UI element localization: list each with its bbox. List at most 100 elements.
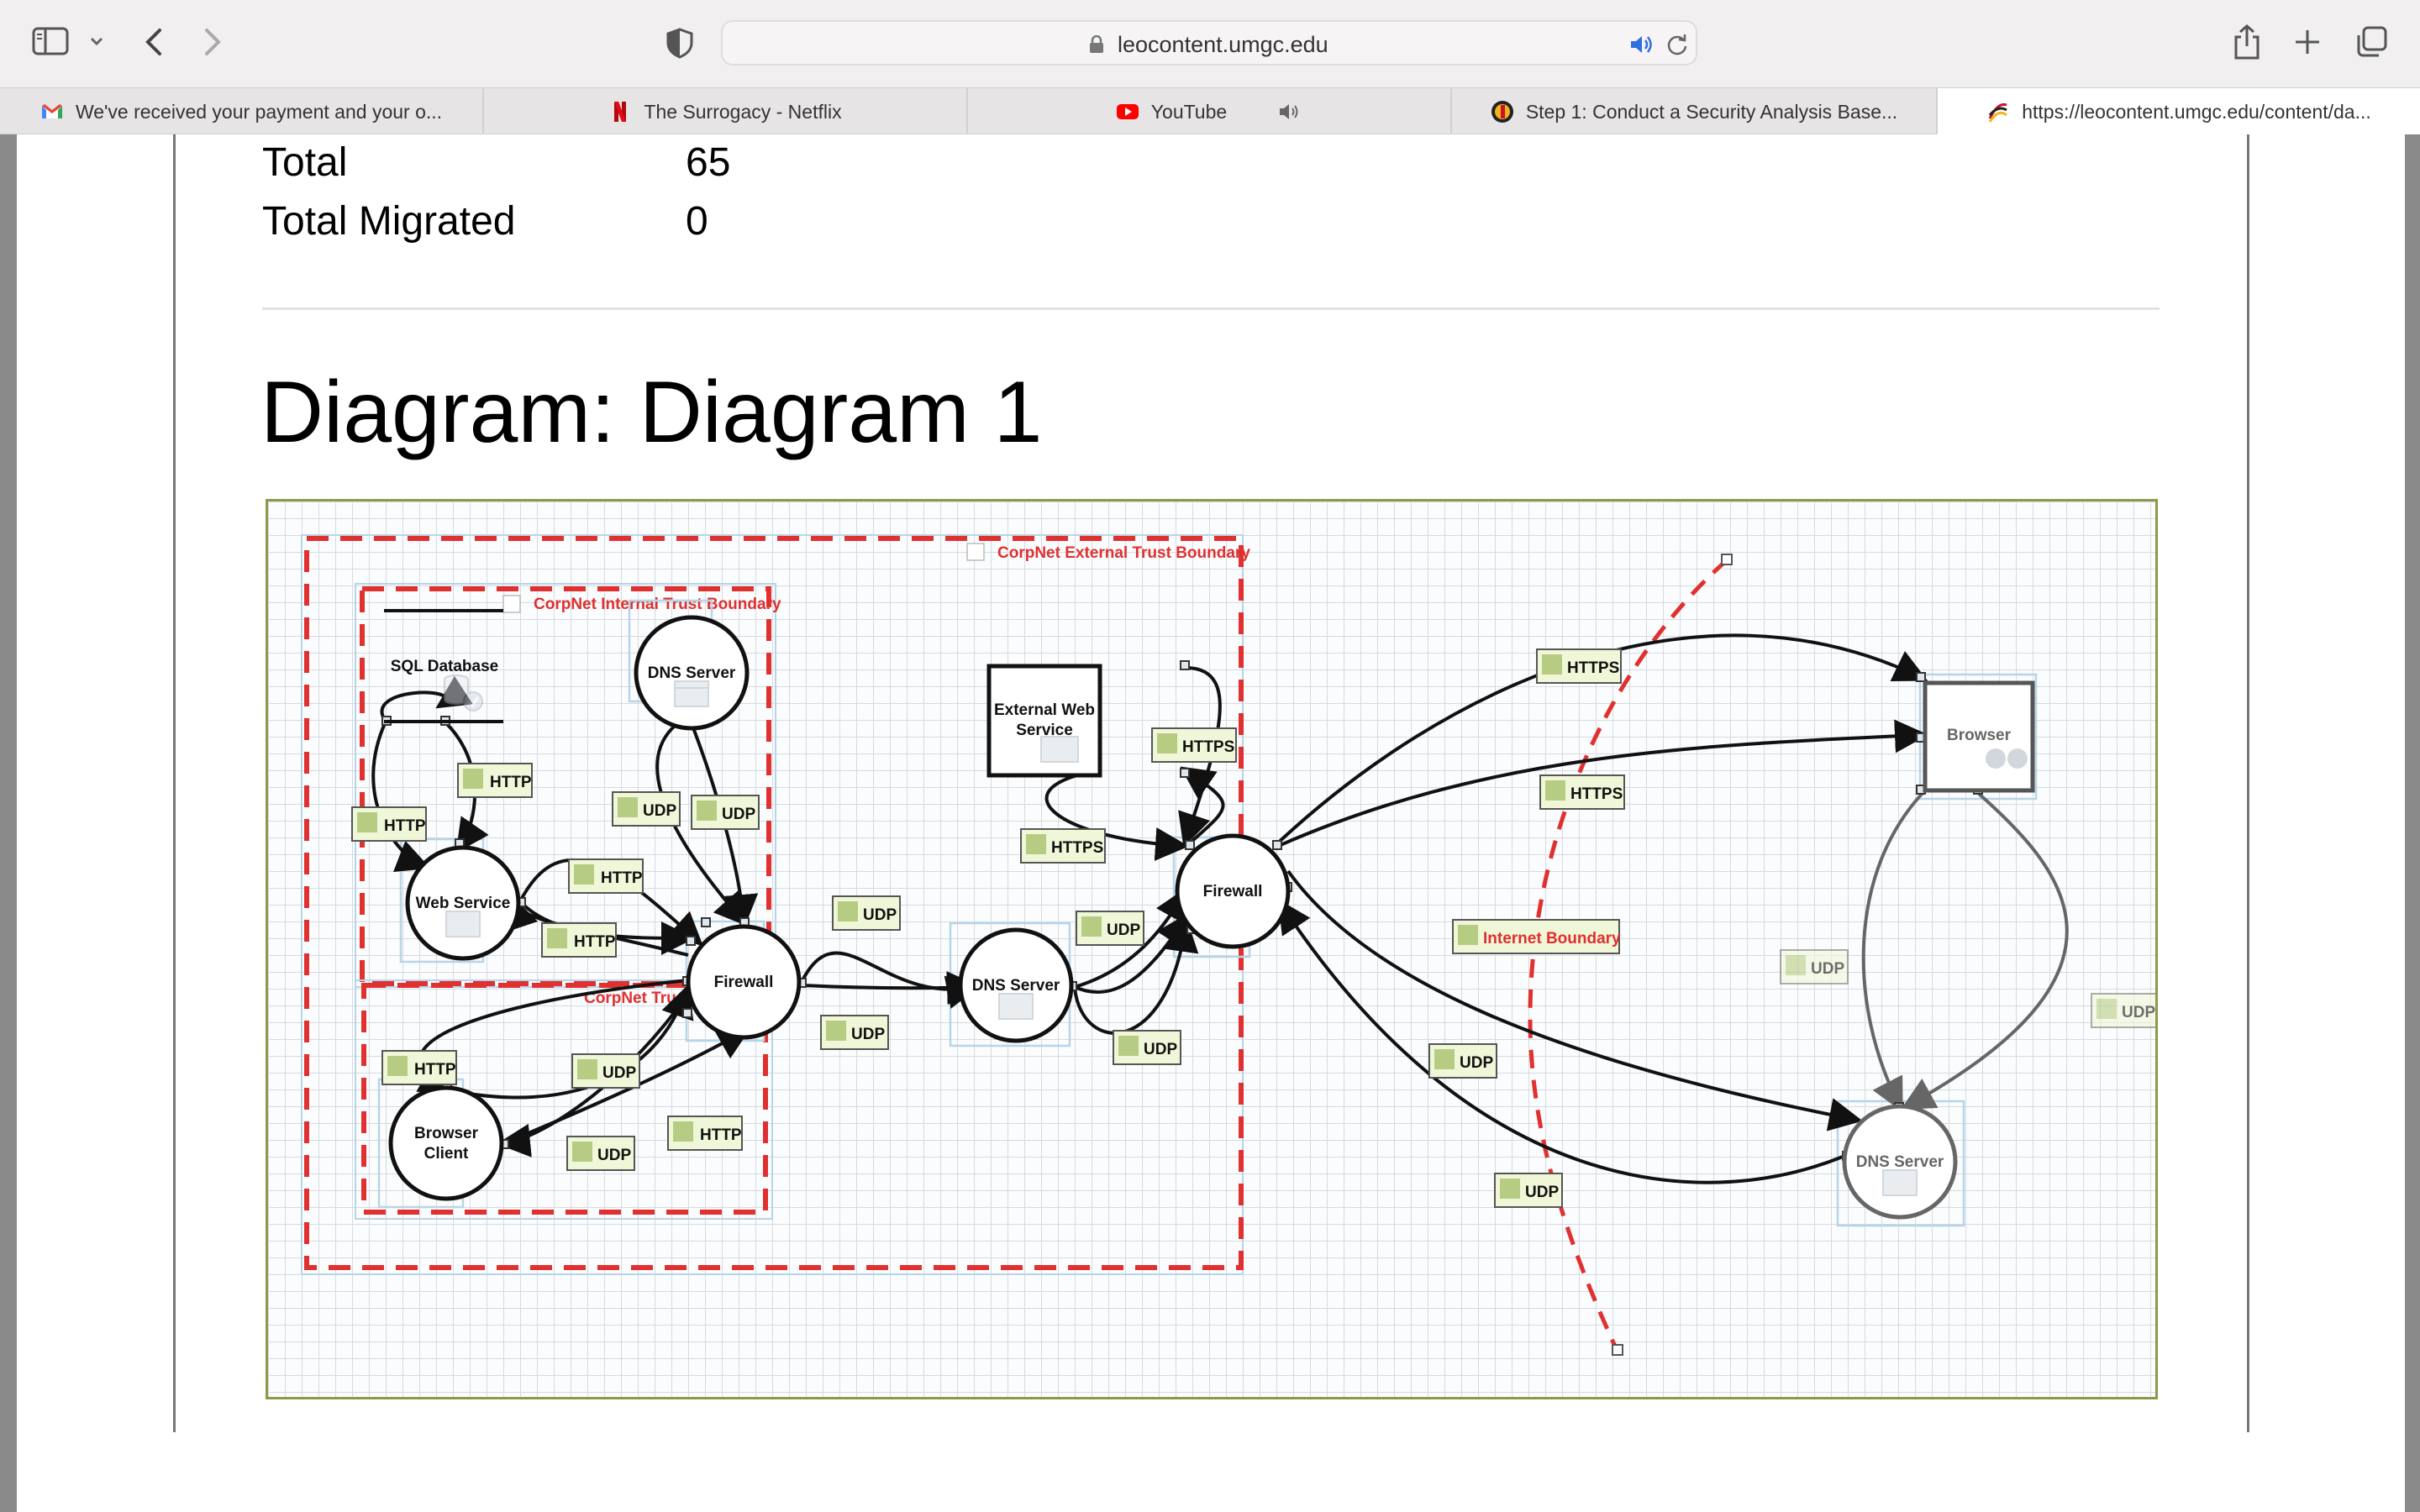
external-web-label-1: External Web xyxy=(994,701,1095,719)
flow-label-http[interactable]: HTTP xyxy=(381,1050,457,1085)
new-tab-plus-icon[interactable] xyxy=(2292,27,2323,57)
browser-client-label-2: Client xyxy=(424,1145,469,1163)
lock-icon xyxy=(1090,35,1103,53)
svg-text:Internet Boundary: Internet Boundary xyxy=(1483,930,1621,948)
dns-server-label: DNS Server xyxy=(648,664,736,682)
browser-toolbar: leocontent.umgc.edu xyxy=(0,0,2420,87)
svg-text:UDP: UDP xyxy=(1460,1054,1493,1072)
netflix-icon xyxy=(614,102,627,122)
svg-text:UDP: UDP xyxy=(722,806,755,823)
reload-icon[interactable] xyxy=(1665,33,1689,56)
svg-text:HTTP: HTTP xyxy=(700,1126,742,1144)
tab-gmail[interactable]: We've received your payment and your o..… xyxy=(0,88,484,135)
divider xyxy=(262,307,2160,310)
diagram-canvas: CorpNet External Trust Boundary CorpNet … xyxy=(301,534,2158,1356)
chevron-down-icon[interactable] xyxy=(87,32,106,50)
svg-text:UDP: UDP xyxy=(1107,921,1140,939)
dns-server-middle-node[interactable]: DNS Server xyxy=(958,927,1074,1043)
tab-title: The Surrogacy - Netflix xyxy=(644,100,842,123)
flow-label-http[interactable]: HTTP xyxy=(351,806,427,842)
svg-text:UDP: UDP xyxy=(1811,960,1844,978)
flow-label-udp[interactable]: UDP xyxy=(1780,949,1849,984)
firewall-outer-node[interactable]: Firewall xyxy=(1175,833,1291,949)
svg-text:UDP: UDP xyxy=(597,1147,631,1164)
flow-label-udp[interactable]: UDP xyxy=(612,791,681,827)
dns-server-label: DNS Server xyxy=(1856,1153,1944,1171)
flow-label-udp[interactable]: UDP xyxy=(2091,993,2158,1028)
tab-leocontent[interactable]: https://leocontent.umgc.edu/content/da..… xyxy=(1938,88,2420,135)
flow-label-udp[interactable]: UDP xyxy=(820,1015,889,1050)
flow-label-http[interactable]: HTTP xyxy=(457,763,533,798)
tab-title: We've received your payment and your o..… xyxy=(75,100,443,123)
firewall-label: Firewall xyxy=(1203,883,1263,900)
stat-label-total: Total xyxy=(262,140,348,185)
address-bar[interactable]: leocontent.umgc.edu xyxy=(721,20,1697,66)
browser-label: Browser xyxy=(1947,727,2012,744)
umgc-leo-icon xyxy=(1988,102,2008,123)
page-gutter xyxy=(0,134,17,1512)
tab-youtube[interactable]: YouTube xyxy=(968,88,1452,135)
flow-label-udp[interactable]: UDP xyxy=(1076,911,1144,946)
dns-server-external-node[interactable]: DNS Server xyxy=(1842,1104,1958,1220)
flow-label-http[interactable]: HTTP xyxy=(667,1116,743,1151)
flow-label-udp[interactable]: UDP xyxy=(832,895,901,931)
firewall-label: Firewall xyxy=(714,974,774,991)
threat-model-diagram[interactable]: CorpNet External Trust Boundary CorpNet … xyxy=(266,499,2158,1399)
svg-text:HTTPS: HTTPS xyxy=(1182,738,1234,756)
browser-client-node[interactable]: Browser Client xyxy=(388,1085,504,1201)
stat-value-total-migrated: 0 xyxy=(686,199,708,244)
dns-server-label: DNS Server xyxy=(972,977,1060,995)
svg-text:UDP: UDP xyxy=(851,1026,885,1043)
stat-value-total: 65 xyxy=(686,140,731,185)
document-border xyxy=(173,134,176,1432)
flow-label-udp[interactable]: UDP xyxy=(691,795,760,830)
document-border xyxy=(2247,134,2249,1432)
web-service-node[interactable]: Web Service xyxy=(405,845,521,961)
tab-speaker-icon[interactable] xyxy=(1277,102,1302,122)
url-text: leocontent.umgc.edu xyxy=(1118,32,1328,57)
flow-label-https[interactable]: HTTPS xyxy=(1536,648,1622,684)
privacy-shield-icon[interactable] xyxy=(664,27,696,59)
svg-text:HTTP: HTTP xyxy=(601,869,643,887)
firewall-inner-node[interactable]: Firewall xyxy=(686,924,802,1040)
share-icon[interactable] xyxy=(2232,24,2262,60)
browser-node[interactable]: Browser xyxy=(1923,680,2035,793)
flow-label-https[interactable]: HTTPS xyxy=(1020,828,1106,864)
flow-label-udp[interactable]: UDP xyxy=(1113,1030,1181,1065)
svg-text:HTTP: HTTP xyxy=(574,933,616,951)
svg-text:HTTP: HTTP xyxy=(414,1061,456,1079)
svg-text:UDP: UDP xyxy=(2122,1004,2155,1021)
tab-title: https://leocontent.umgc.edu/content/da..… xyxy=(2022,100,2371,123)
tab-umgc-step1[interactable]: Step 1: Conduct a Security Analysis Base… xyxy=(1452,88,1938,135)
diagram-heading: Diagram: Diagram 1 xyxy=(260,364,1043,461)
flow-label-https[interactable]: HTTPS xyxy=(1539,774,1625,810)
flow-label-udp[interactable]: UDP xyxy=(1428,1043,1497,1079)
flow-label-http[interactable]: HTTP xyxy=(541,922,617,958)
svg-text:UDP: UDP xyxy=(863,906,897,924)
sidebar-toggle-icon[interactable] xyxy=(32,27,69,55)
svg-text:HTTP: HTTP xyxy=(490,774,532,791)
dns-server-internal-node[interactable]: DNS Server xyxy=(634,615,750,731)
umgc-icon xyxy=(1491,101,1513,123)
flow-label-http[interactable]: HTTP xyxy=(568,858,644,894)
page-gutter xyxy=(2405,134,2420,1512)
external-boundary-label: CorpNet External Trust Boundary xyxy=(997,544,1250,562)
flow-label-udp[interactable]: UDP xyxy=(566,1136,635,1171)
flow-label-udp[interactable]: UDP xyxy=(571,1053,640,1089)
flow-label-https[interactable]: HTTPS xyxy=(1151,727,1237,763)
speaker-audio-icon[interactable] xyxy=(1628,34,1654,55)
tab-title: YouTube xyxy=(1150,100,1228,123)
tab-netflix[interactable]: The Surrogacy - Netflix xyxy=(484,88,968,135)
browser-client-label-1: Browser xyxy=(414,1125,479,1142)
svg-text:UDP: UDP xyxy=(602,1064,636,1082)
flow-label-udp[interactable]: UDP xyxy=(1494,1173,1563,1208)
back-arrow-icon[interactable] xyxy=(139,25,168,59)
internet-boundary-label[interactable]: Internet Boundary xyxy=(1452,919,1621,954)
svg-text:UDP: UDP xyxy=(1525,1184,1559,1201)
forward-arrow-icon[interactable] xyxy=(198,25,227,59)
tab-bar: We've received your payment and your o..… xyxy=(0,87,2420,135)
external-web-service-node[interactable]: External Web Service xyxy=(986,664,1102,778)
svg-text:HTTP: HTTP xyxy=(384,817,426,835)
data-flows xyxy=(371,633,1928,1184)
tab-overview-icon[interactable] xyxy=(2354,25,2388,59)
